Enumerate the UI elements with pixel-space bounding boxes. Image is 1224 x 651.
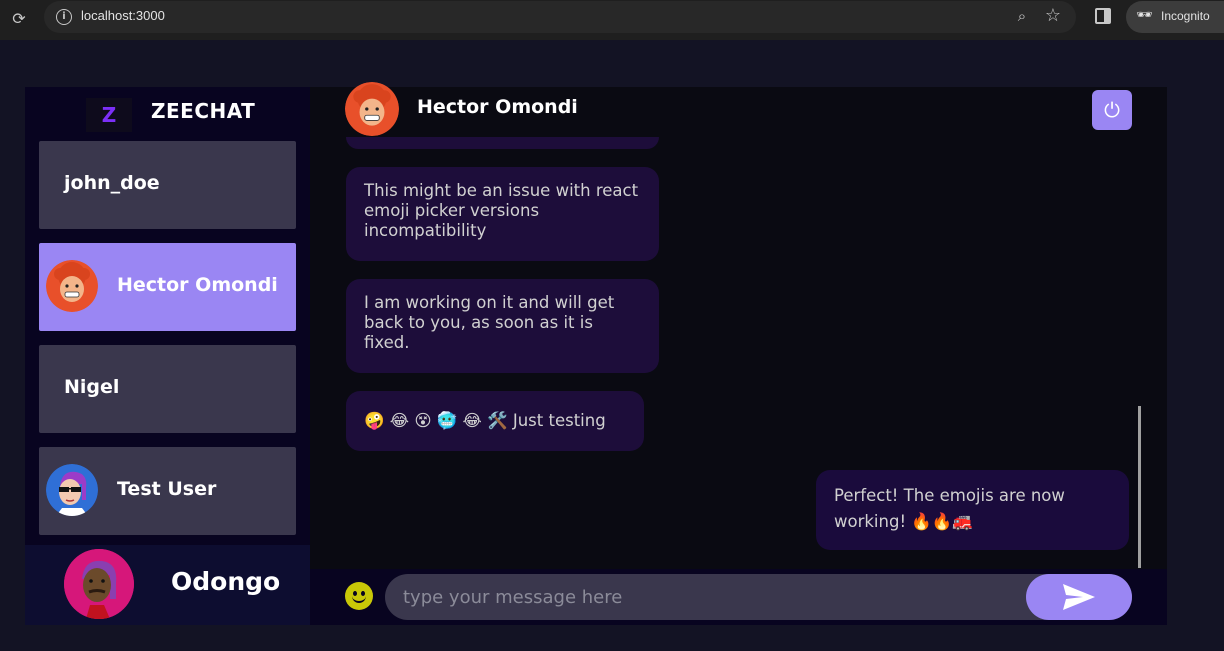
incognito-badge[interactable]: 🕶 Incognito	[1126, 1, 1224, 33]
power-icon: ⏻	[1104, 98, 1120, 122]
message-bubble-received: I am working on it and will get back to …	[346, 279, 659, 373]
contact-name: Test User	[117, 478, 217, 500]
message-text: Perfect! The emojis are now working! 🔥🔥🚒	[834, 486, 1065, 531]
contacts-sidebar: Z ZEECHAT john_doe Hector Omondi Nigel T…	[25, 87, 310, 625]
message-bubble-received: This might be an issue with react emoji …	[346, 167, 659, 261]
brand-logo: Z	[86, 98, 132, 132]
logout-button[interactable]: ⏻	[1092, 90, 1132, 130]
chat-header: Hector Omondi ⏻	[310, 82, 1167, 137]
current-user-panel: Odongo	[25, 545, 310, 625]
messages-scrollbar[interactable]	[1138, 406, 1141, 568]
chat-header-avatar	[345, 82, 399, 136]
incognito-label: Incognito	[1161, 9, 1210, 23]
chat-header-name: Hector Omondi	[417, 96, 578, 118]
message-input[interactable]	[385, 574, 1132, 620]
chat-app: Z ZEECHAT john_doe Hector Omondi Nigel T…	[25, 82, 1167, 625]
message-composer	[310, 569, 1167, 625]
message-bubble-partial	[346, 137, 659, 149]
zoom-icon[interactable]: ⌕	[1012, 7, 1032, 27]
browser-toolbar: ⟳ i localhost:3000 ⌕ ☆ 🕶 Incognito	[0, 0, 1224, 40]
avatar	[46, 464, 98, 516]
message-bubble-sent: Perfect! The emojis are now working! 🔥🔥🚒	[816, 470, 1129, 550]
address-bar[interactable]: i localhost:3000 ⌕ ☆	[44, 1, 1076, 33]
messages-list[interactable]: This might be an issue with react emoji …	[310, 137, 1167, 569]
chat-panel: Hector Omondi ⏻ This might be an issue w…	[310, 82, 1167, 625]
avatar	[46, 260, 98, 312]
current-user-name: Odongo	[171, 567, 281, 596]
message-text: 🤪 😂 😵 🥶 😂 🛠️ Just testing	[364, 411, 606, 430]
reload-icon[interactable]: ⟳	[8, 8, 30, 30]
emoji-picker-icon[interactable]	[345, 582, 373, 610]
message-text: This might be an issue with react emoji …	[364, 181, 639, 240]
incognito-icon: 🕶	[1136, 8, 1153, 23]
site-info-icon[interactable]: i	[56, 9, 72, 25]
contact-name: Hector Omondi	[117, 274, 278, 296]
contact-item-hector-omondi[interactable]: Hector Omondi	[39, 243, 296, 331]
bookmark-star-icon[interactable]: ☆	[1042, 5, 1064, 27]
current-user-avatar	[64, 549, 134, 619]
message-text: I am working on it and will get back to …	[364, 293, 615, 352]
url-text[interactable]: localhost:3000	[81, 8, 165, 23]
send-button[interactable]	[1026, 574, 1132, 620]
send-icon	[1063, 584, 1095, 610]
contact-item-john-doe[interactable]: john_doe	[39, 141, 296, 229]
contact-item-nigel[interactable]: Nigel	[39, 345, 296, 433]
side-panel-icon[interactable]	[1095, 8, 1111, 24]
contact-name: john_doe	[64, 172, 160, 194]
contact-name: Nigel	[64, 376, 120, 398]
message-bubble-received: 🤪 😂 😵 🥶 😂 🛠️ Just testing	[346, 391, 644, 451]
brand: Z ZEECHAT	[25, 87, 310, 137]
brand-name: ZEECHAT	[151, 99, 256, 123]
contact-item-test-user[interactable]: Test User	[39, 447, 296, 535]
